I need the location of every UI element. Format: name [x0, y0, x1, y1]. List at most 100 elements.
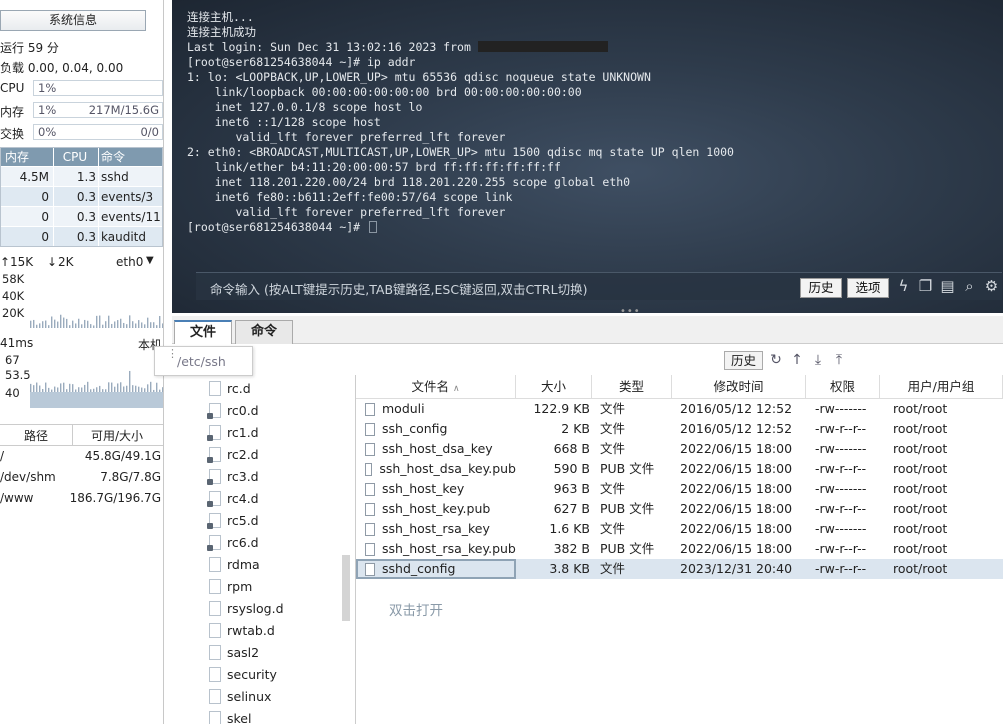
file-name-label: ssh_host_dsa_key [382, 439, 493, 459]
file-name-label: ssh_host_key.pub [382, 499, 490, 519]
tree-item[interactable]: rc.d [200, 377, 340, 399]
paste-icon[interactable]: ▤ [939, 277, 956, 295]
table-row[interactable]: /dev/shm 7.8G/7.8G [0, 467, 164, 488]
tree-item[interactable]: rpm [200, 575, 340, 597]
folder-icon [209, 689, 221, 704]
tree-item[interactable]: rc2.d [200, 443, 340, 465]
file-modified: 2023/12/31 20:40 [672, 559, 806, 579]
tab-commands[interactable]: 命令 [235, 320, 293, 344]
chevron-down-icon[interactable]: ▼ [146, 255, 154, 266]
lightning-icon[interactable]: ϟ [895, 277, 912, 295]
network-interface-select[interactable]: eth0 [116, 255, 143, 269]
header-modified[interactable]: 修改时间 [672, 375, 806, 398]
activity-bar [150, 382, 151, 392]
proc-header-cmd[interactable]: 命令 [98, 148, 162, 166]
folder-icon [209, 623, 221, 638]
directory-tree[interactable]: rc.d rc0.d rc1.d rc2.d rc3.d rc4.d rc5.d rc6.d r… [200, 377, 340, 724]
tab-files[interactable]: 文件 [174, 320, 232, 344]
options-button[interactable]: 选项 [847, 278, 889, 298]
proc-mem: 0 [1, 207, 53, 226]
table-row[interactable]: ssh_host_rsa_key.pub 382 B PUB 文件 2022/06/1… [356, 539, 1003, 559]
copy-icon[interactable]: ❐ [917, 277, 934, 295]
gear-icon[interactable]: ⚙ [983, 277, 1000, 295]
table-row[interactable]: /www 186.7G/196.7G [0, 488, 164, 509]
activity-bar [36, 383, 37, 392]
table-row[interactable]: ssh_host_key.pub 627 B PUB 文件 2022/06/15 18… [356, 499, 1003, 519]
table-row[interactable]: 0 0.3 events/11 [1, 206, 162, 226]
tree-item[interactable]: skel [200, 707, 340, 724]
table-row[interactable]: 4.5M 1.3 sshd [1, 166, 162, 186]
table-row[interactable]: sshd_config 3.8 KB 文件 2023/12/31 20:40 -rw-r… [356, 559, 1003, 579]
activity-bar [54, 320, 55, 328]
activity-bar [132, 321, 133, 328]
header-size[interactable]: 大小 [516, 375, 592, 398]
file-permission: -rw------- [806, 479, 880, 499]
activity-bar [147, 384, 148, 392]
tree-scrollbar[interactable] [342, 555, 350, 621]
table-row[interactable]: ssh_host_key 963 B 文件 2022/06/15 18:00 -rw--… [356, 479, 1003, 499]
table-row[interactable]: 0 0.3 kauditd [1, 226, 162, 246]
command-input-bar[interactable]: 命令输入 (按ALT键提示历史,TAB键路径,ESC键返回,双击CTRL切换) … [196, 272, 1002, 300]
terminal-line: link/loopback 00:00:00:00:00:00 brd 00:0… [187, 85, 582, 99]
header-permission[interactable]: 权限 [806, 375, 880, 398]
search-icon[interactable]: ⌕ [961, 277, 978, 295]
tree-item[interactable]: sasl2 [200, 641, 340, 663]
table-row[interactable]: ssh_host_dsa_key 668 B 文件 2022/06/15 18:00 -… [356, 439, 1003, 459]
tree-item[interactable]: rc0.d [200, 399, 340, 421]
file-table-header: 文件名 ∧ 大小 类型 修改时间 权限 用户/用户组 [356, 375, 1003, 399]
terminal-line: inet6 ::1/128 scope host [187, 115, 381, 129]
tree-item[interactable]: rc5.d [200, 509, 340, 531]
tree-item[interactable]: rc3.d [200, 465, 340, 487]
table-row[interactable]: ssh_host_dsa_key.pub 590 B PUB 文件 2022/06/1… [356, 459, 1003, 479]
tree-item[interactable]: rsyslog.d [200, 597, 340, 619]
table-row[interactable]: 0 0.3 events/3 [1, 186, 162, 206]
ping-scale-mid: 53.5 [5, 368, 31, 382]
system-info-button[interactable]: 系统信息 [0, 10, 146, 31]
tree-item[interactable]: rc1.d [200, 421, 340, 443]
file-permission: -rw-r--r-- [806, 499, 880, 519]
history-button[interactable]: 历史 [800, 278, 842, 298]
activity-bar [126, 324, 127, 328]
proc-header-mem[interactable]: 内存 [1, 148, 53, 166]
activity-bar [42, 321, 43, 328]
activity-bar [51, 317, 52, 328]
file-name-label: moduli [382, 399, 425, 419]
swap-detail: 0/0 [140, 125, 159, 139]
command-input[interactable]: 命令输入 (按ALT键提示历史,TAB键路径,ESC键返回,双击CTRL切换) [210, 279, 587, 298]
activity-bar [123, 323, 124, 328]
file-name: ssh_host_rsa_key [356, 519, 516, 539]
header-filename[interactable]: 文件名 ∧ [356, 375, 516, 398]
proc-cpu: 0.3 [53, 227, 98, 246]
proc-header-cpu[interactable]: CPU [53, 148, 98, 166]
cpu-label: CPU [0, 81, 24, 95]
terminal-output[interactable]: 连接主机... 连接主机成功 Last login: Sun Dec 31 13… [187, 0, 734, 235]
terminal-panel[interactable]: 连接主机... 连接主机成功 Last login: Sun Dec 31 13… [172, 0, 1003, 313]
upload-icon[interactable]: ⤒ [831, 352, 847, 368]
terminal-line: [root@ser681254638044 ~]# ip addr [187, 55, 415, 69]
redacted-ip [478, 41, 608, 52]
table-row[interactable]: ssh_host_rsa_key 1.6 KB 文件 2022/06/15 18:00… [356, 519, 1003, 539]
tree-item[interactable]: rc4.d [200, 487, 340, 509]
path-input[interactable]: ⋮ /etc/ssh [154, 346, 253, 376]
header-owner[interactable]: 用户/用户组 [880, 375, 1003, 398]
tree-item[interactable]: security [200, 663, 340, 685]
download-icon[interactable]: ⤓ [810, 352, 826, 368]
disk-header-size: 可用/大小 [72, 425, 164, 445]
table-row[interactable]: ssh_config 2 KB 文件 2016/05/12 12:52 -rw-r--r… [356, 419, 1003, 439]
tree-item[interactable]: selinux [200, 685, 340, 707]
tree-item[interactable]: rwtab.d [200, 619, 340, 641]
refresh-icon[interactable]: ↻ [768, 352, 784, 368]
up-directory-icon[interactable]: ↑ [789, 352, 805, 368]
activity-bar [51, 390, 52, 392]
folder-link-icon [209, 403, 221, 418]
path-history-button[interactable]: 历史 [724, 351, 763, 370]
tree-item-label: rc5.d [227, 513, 259, 528]
tree-item[interactable]: rc6.d [200, 531, 340, 553]
table-row[interactable]: / 45.8G/49.1G [0, 446, 164, 467]
process-table: 内存 CPU 命令 4.5M 1.3 sshd 0 0.3 events/3 0… [0, 147, 163, 247]
path-text[interactable]: /etc/ssh [177, 354, 226, 369]
file-modified: 2022/06/15 18:00 [672, 479, 806, 499]
table-row[interactable]: moduli 122.9 KB 文件 2016/05/12 12:52 -rw-----… [356, 399, 1003, 419]
tree-item[interactable]: rdma [200, 553, 340, 575]
header-type[interactable]: 类型 [592, 375, 672, 398]
